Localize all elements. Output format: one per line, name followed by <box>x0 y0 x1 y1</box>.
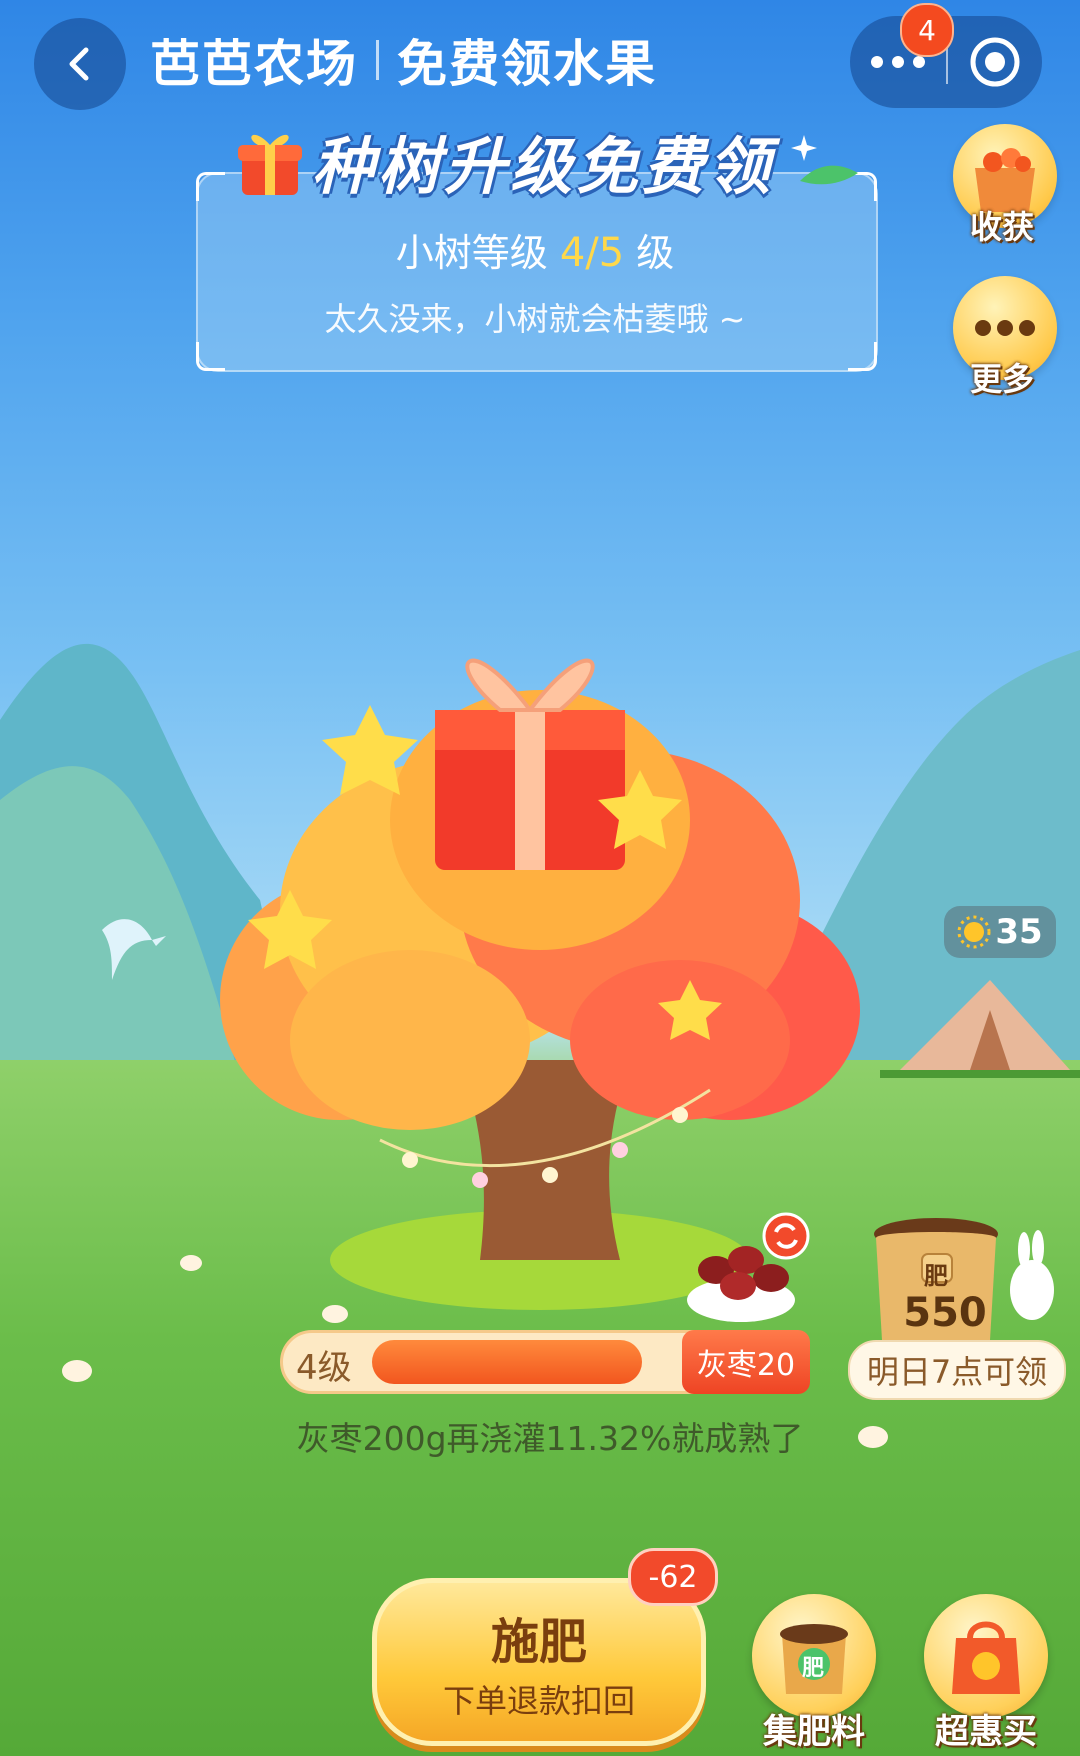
flower-decoration <box>62 1360 92 1382</box>
promo-title: 种树升级免费领 <box>222 116 872 206</box>
more-label: 更多 <box>970 360 1035 398</box>
collect-icon-text: 肥 <box>802 1656 825 1681</box>
ripen-status-text: 灰枣200g再浇灌11.32%就成熟了 <box>296 1419 804 1458</box>
flower-decoration <box>858 1426 888 1448</box>
flower-decoration <box>180 1255 202 1271</box>
gift-icon <box>237 134 302 195</box>
level-prefix: 小树等级 <box>395 231 548 275</box>
app-title: 芭芭农场 <box>150 35 358 93</box>
super-deals-button[interactable]: 超惠买 <box>906 1594 1066 1756</box>
more-dots-icon <box>871 56 925 68</box>
card-corner <box>196 172 225 201</box>
tree-level-line: 小树等级 4/5 级 <box>196 222 874 277</box>
fertilizer-amount: 550 <box>903 1290 987 1336</box>
wither-warning: 太久没来，小树就会枯萎哦 ~ <box>324 300 746 338</box>
level-suffix: 级 <box>636 231 675 275</box>
bird-decoration <box>102 919 166 980</box>
title-divider <box>376 40 379 80</box>
harvest-button[interactable]: 收获 <box>950 124 1060 248</box>
close-miniapp-button[interactable] <box>948 16 1042 108</box>
level-value: 4/5 <box>559 230 625 276</box>
fertilize-cost-badge: -62 <box>628 1548 718 1606</box>
collect-fertilizer-button[interactable]: 肥 集肥料 <box>734 1594 894 1756</box>
target-icon <box>970 37 1020 87</box>
flower-decoration <box>322 1305 348 1323</box>
notification-badge: 4 <box>900 3 954 57</box>
progress-level-label: 4级 <box>296 1348 352 1388</box>
tent-decoration[interactable] <box>880 970 1080 1080</box>
harvest-label: 收获 <box>970 208 1035 246</box>
sun-count: 35 <box>995 912 1043 952</box>
fruit-tag[interactable]: 灰枣20 <box>682 1330 810 1394</box>
card-corner <box>848 342 877 371</box>
fertilize-label: 施肥 <box>490 1614 587 1670</box>
sun-icon <box>957 915 991 949</box>
back-icon <box>69 47 89 81</box>
shopping-bag-icon <box>952 1621 1020 1694</box>
sun-count-badge[interactable]: 35 <box>944 906 1056 958</box>
back-button[interactable] <box>34 18 126 110</box>
page-subtitle: 免费领水果 <box>397 35 657 93</box>
promo-title-text: 种树升级免费领 <box>311 130 774 203</box>
super-deals-label: 超惠买 <box>935 1712 1037 1752</box>
fertilizer-bag-label: 肥 <box>924 1262 948 1290</box>
next-claim-pill: 明日7点可领 <box>848 1340 1066 1400</box>
more-button[interactable]: 更多 <box>950 276 1060 400</box>
collect-fertilizer-label: 集肥料 <box>763 1712 865 1752</box>
fertilize-sublabel: 下单退款扣回 <box>442 1682 635 1720</box>
card-corner <box>196 342 225 371</box>
sparkle-leaf-decoration <box>791 135 858 185</box>
fruit-tree[interactable] <box>210 620 860 1310</box>
growth-progress-fill <box>372 1340 642 1384</box>
jujube-fruit-icon[interactable] <box>686 1210 816 1330</box>
title-bar: 芭芭农场 免费领水果 <box>150 28 657 93</box>
